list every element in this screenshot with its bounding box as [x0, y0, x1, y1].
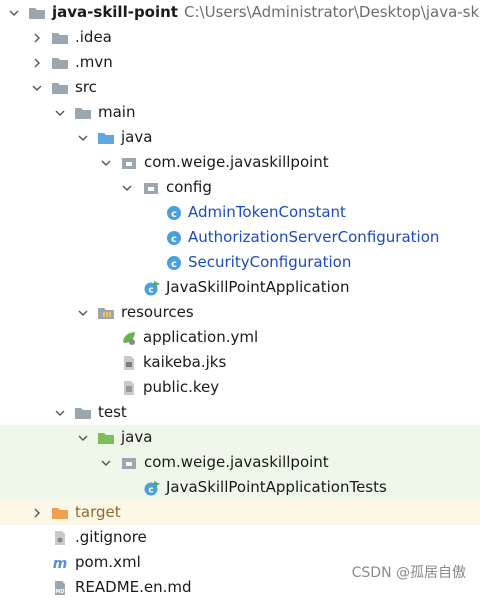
- tree-item-label: .mvn: [75, 53, 113, 71]
- keystore-file-icon: [120, 350, 138, 375]
- project-folder-icon: [28, 0, 46, 25]
- tree-item-label: java: [121, 428, 153, 446]
- watermark: CSDN @孤居自傲: [351, 565, 466, 581]
- tree-item-label: SecurityConfiguration: [188, 253, 352, 271]
- tree-row-idea[interactable]: .idea: [0, 25, 480, 50]
- gitignore-file-icon: [51, 525, 69, 550]
- project-name: java-skill-point: [52, 3, 178, 21]
- text-file-icon: [120, 375, 138, 400]
- tree-row-security-configuration[interactable]: SecurityConfiguration: [0, 250, 480, 275]
- folder-icon: [51, 50, 69, 75]
- chevron-down-icon[interactable]: [76, 125, 90, 150]
- class-icon: [165, 225, 183, 250]
- tree-row-kaikeba-jks[interactable]: kaikeba.jks: [0, 350, 480, 375]
- folder-icon: [51, 75, 69, 100]
- tree-row-project-root[interactable]: java-skill-point C:\Users\Administrator\D…: [0, 0, 480, 25]
- tree-item-label: public.key: [143, 378, 220, 396]
- tree-row-config[interactable]: config: [0, 175, 480, 200]
- folder-icon: [51, 25, 69, 50]
- tree-row-src[interactable]: src: [0, 75, 480, 100]
- tree-item-label: JavaSkillPointApplication: [166, 278, 350, 296]
- tree-item-label: test: [98, 403, 127, 421]
- tree-row-mvn[interactable]: .mvn: [0, 50, 480, 75]
- test-source-folder-icon: [97, 425, 115, 450]
- folder-icon: [74, 100, 92, 125]
- tree-row-application-class[interactable]: JavaSkillPointApplication: [0, 275, 480, 300]
- tree-row-test[interactable]: test: [0, 400, 480, 425]
- tree-item-label: java: [121, 128, 153, 146]
- chevron-down-icon[interactable]: [30, 75, 44, 100]
- chevron-right-icon[interactable]: [30, 25, 44, 50]
- tree-item-label: .gitignore: [75, 528, 147, 546]
- tree-item-label: .idea: [75, 28, 112, 46]
- tree-row-resources[interactable]: resources: [0, 300, 480, 325]
- tree-item-label: AdminTokenConstant: [188, 203, 346, 221]
- tree-item-label: JavaSkillPointApplicationTests: [166, 478, 387, 496]
- tree-item-label: config: [166, 178, 212, 196]
- package-icon: [120, 450, 138, 475]
- package-icon: [120, 150, 138, 175]
- tree-item-label: target: [75, 503, 121, 521]
- tree-item-label: com.weige.javaskillpoint: [144, 153, 329, 171]
- tree-row-test-java[interactable]: java: [0, 425, 480, 450]
- markdown-file-icon: [51, 575, 69, 600]
- chevron-down-icon[interactable]: [7, 0, 21, 25]
- chevron-down-icon[interactable]: [99, 150, 113, 175]
- runnable-class-icon: [143, 475, 161, 500]
- tree-item-label: application.yml: [143, 328, 259, 346]
- tree-row-main-package[interactable]: com.weige.javaskillpoint: [0, 150, 480, 175]
- tree-item-label: AuthorizationServerConfiguration: [188, 228, 440, 246]
- tree-row-main[interactable]: main: [0, 100, 480, 125]
- excluded-folder-icon: [51, 500, 69, 525]
- tree-row-admin-token-constant[interactable]: AdminTokenConstant: [0, 200, 480, 225]
- spring-config-icon: [120, 325, 138, 350]
- resources-folder-icon: [97, 300, 115, 325]
- folder-icon: [74, 400, 92, 425]
- tree-row-public-key[interactable]: public.key: [0, 375, 480, 400]
- maven-icon: [51, 550, 69, 575]
- tree-item-label: pom.xml: [75, 553, 141, 571]
- class-icon: [165, 250, 183, 275]
- chevron-down-icon[interactable]: [53, 400, 67, 425]
- package-icon: [142, 175, 160, 200]
- chevron-down-icon[interactable]: [76, 425, 90, 450]
- tree-row-application-yml[interactable]: application.yml: [0, 325, 480, 350]
- chevron-down-icon[interactable]: [53, 100, 67, 125]
- tree-item-label: main: [98, 103, 136, 121]
- tree-item-label: src: [75, 78, 97, 96]
- tree-item-label: kaikeba.jks: [143, 353, 227, 371]
- source-folder-icon: [97, 125, 115, 150]
- tree-item-label: resources: [121, 303, 194, 321]
- tree-row-test-class[interactable]: JavaSkillPointApplicationTests: [0, 475, 480, 500]
- project-path: C:\Users\Administrator\Desktop\java-skil…: [183, 3, 480, 21]
- tree-item-label: com.weige.javaskillpoint: [144, 453, 329, 471]
- chevron-down-icon[interactable]: [99, 450, 113, 475]
- chevron-down-icon[interactable]: [76, 300, 90, 325]
- tree-item-label: README.en.md: [75, 578, 192, 596]
- tree-row-gitignore[interactable]: .gitignore: [0, 525, 480, 550]
- chevron-right-icon[interactable]: [30, 500, 44, 525]
- chevron-right-icon[interactable]: [30, 50, 44, 75]
- tree-row-main-java[interactable]: java: [0, 125, 480, 150]
- tree-row-test-package[interactable]: com.weige.javaskillpoint: [0, 450, 480, 475]
- runnable-class-icon: [143, 275, 161, 300]
- tree-row-target[interactable]: target: [0, 500, 480, 525]
- tree-row-authorization-server-configuration[interactable]: AuthorizationServerConfiguration: [0, 225, 480, 250]
- chevron-down-icon[interactable]: [120, 175, 134, 200]
- class-icon: [165, 200, 183, 225]
